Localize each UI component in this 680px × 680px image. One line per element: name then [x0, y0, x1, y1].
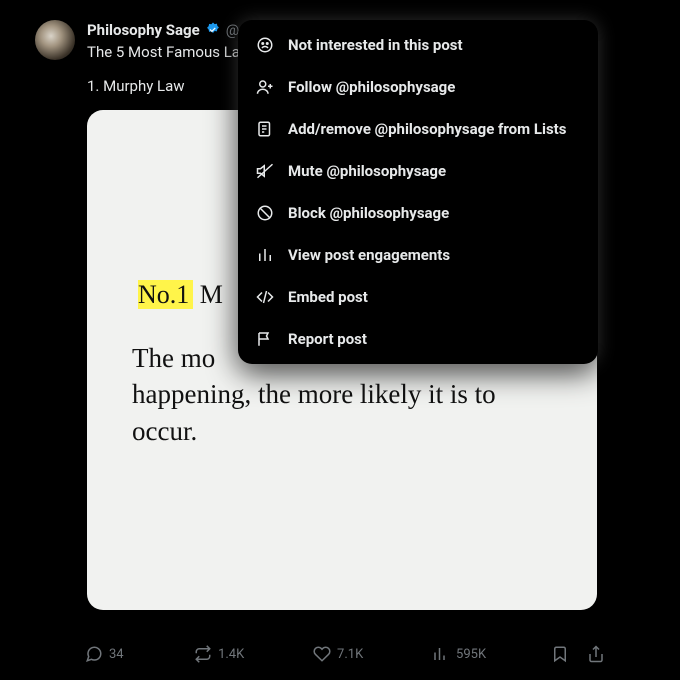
- card-body-rest: happening, the more likely it is to occu…: [132, 379, 496, 445]
- menu-item-label: Follow @philosophysage: [288, 78, 455, 96]
- menu-mute[interactable]: Mute @philosophysage: [238, 150, 598, 192]
- reply-icon: [85, 645, 103, 663]
- menu-item-label: Not interested in this post: [288, 36, 463, 54]
- card-heading-highlight: No.1: [138, 280, 193, 309]
- action-bar: 34 1.4K 7.1K 595K: [85, 645, 605, 663]
- repost-count: 1.4K: [218, 647, 244, 662]
- menu-item-label: Block @philosophysage: [288, 204, 449, 222]
- post-context-menu: Not interested in this post Follow @phil…: [238, 20, 598, 364]
- flag-icon: [256, 330, 274, 348]
- like-count: 7.1K: [337, 647, 363, 662]
- views-icon: [432, 645, 450, 663]
- mute-icon: [256, 162, 274, 180]
- user-plus-icon: [256, 78, 274, 96]
- menu-item-label: Mute @philosophysage: [288, 162, 446, 180]
- menu-lists[interactable]: Add/remove @philosophysage from Lists: [238, 108, 598, 150]
- view-count: 595K: [456, 647, 486, 662]
- menu-item-label: Embed post: [288, 288, 368, 306]
- menu-report[interactable]: Report post: [238, 318, 598, 360]
- reply-count: 34: [109, 647, 124, 662]
- menu-item-label: View post engagements: [288, 246, 450, 264]
- heart-icon: [313, 645, 331, 663]
- embed-icon: [256, 288, 274, 306]
- avatar[interactable]: [35, 20, 75, 60]
- verified-badge-icon: [204, 21, 222, 39]
- repost-button[interactable]: 1.4K: [194, 645, 313, 663]
- card-body-prefix: The mo: [132, 343, 215, 373]
- list-icon: [256, 120, 274, 138]
- menu-embed[interactable]: Embed post: [238, 276, 598, 318]
- menu-item-label: Add/remove @philosophysage from Lists: [288, 120, 566, 138]
- reply-button[interactable]: 34: [85, 645, 194, 663]
- menu-follow[interactable]: Follow @philosophysage: [238, 66, 598, 108]
- menu-block[interactable]: Block @philosophysage: [238, 192, 598, 234]
- menu-item-label: Report post: [288, 330, 367, 348]
- analytics-icon: [256, 246, 274, 264]
- display-name[interactable]: Philosophy Sage: [87, 20, 200, 40]
- block-icon: [256, 204, 274, 222]
- views-button[interactable]: 595K: [432, 645, 551, 663]
- like-button[interactable]: 7.1K: [313, 645, 432, 663]
- share-button[interactable]: [587, 645, 605, 663]
- bookmark-button[interactable]: [551, 645, 569, 663]
- frown-icon: [256, 36, 274, 54]
- menu-not-interested[interactable]: Not interested in this post: [238, 24, 598, 66]
- card-heading-rest: M: [200, 280, 223, 309]
- repost-icon: [194, 645, 212, 663]
- menu-engagements[interactable]: View post engagements: [238, 234, 598, 276]
- card-heading: No.1 M: [132, 280, 229, 310]
